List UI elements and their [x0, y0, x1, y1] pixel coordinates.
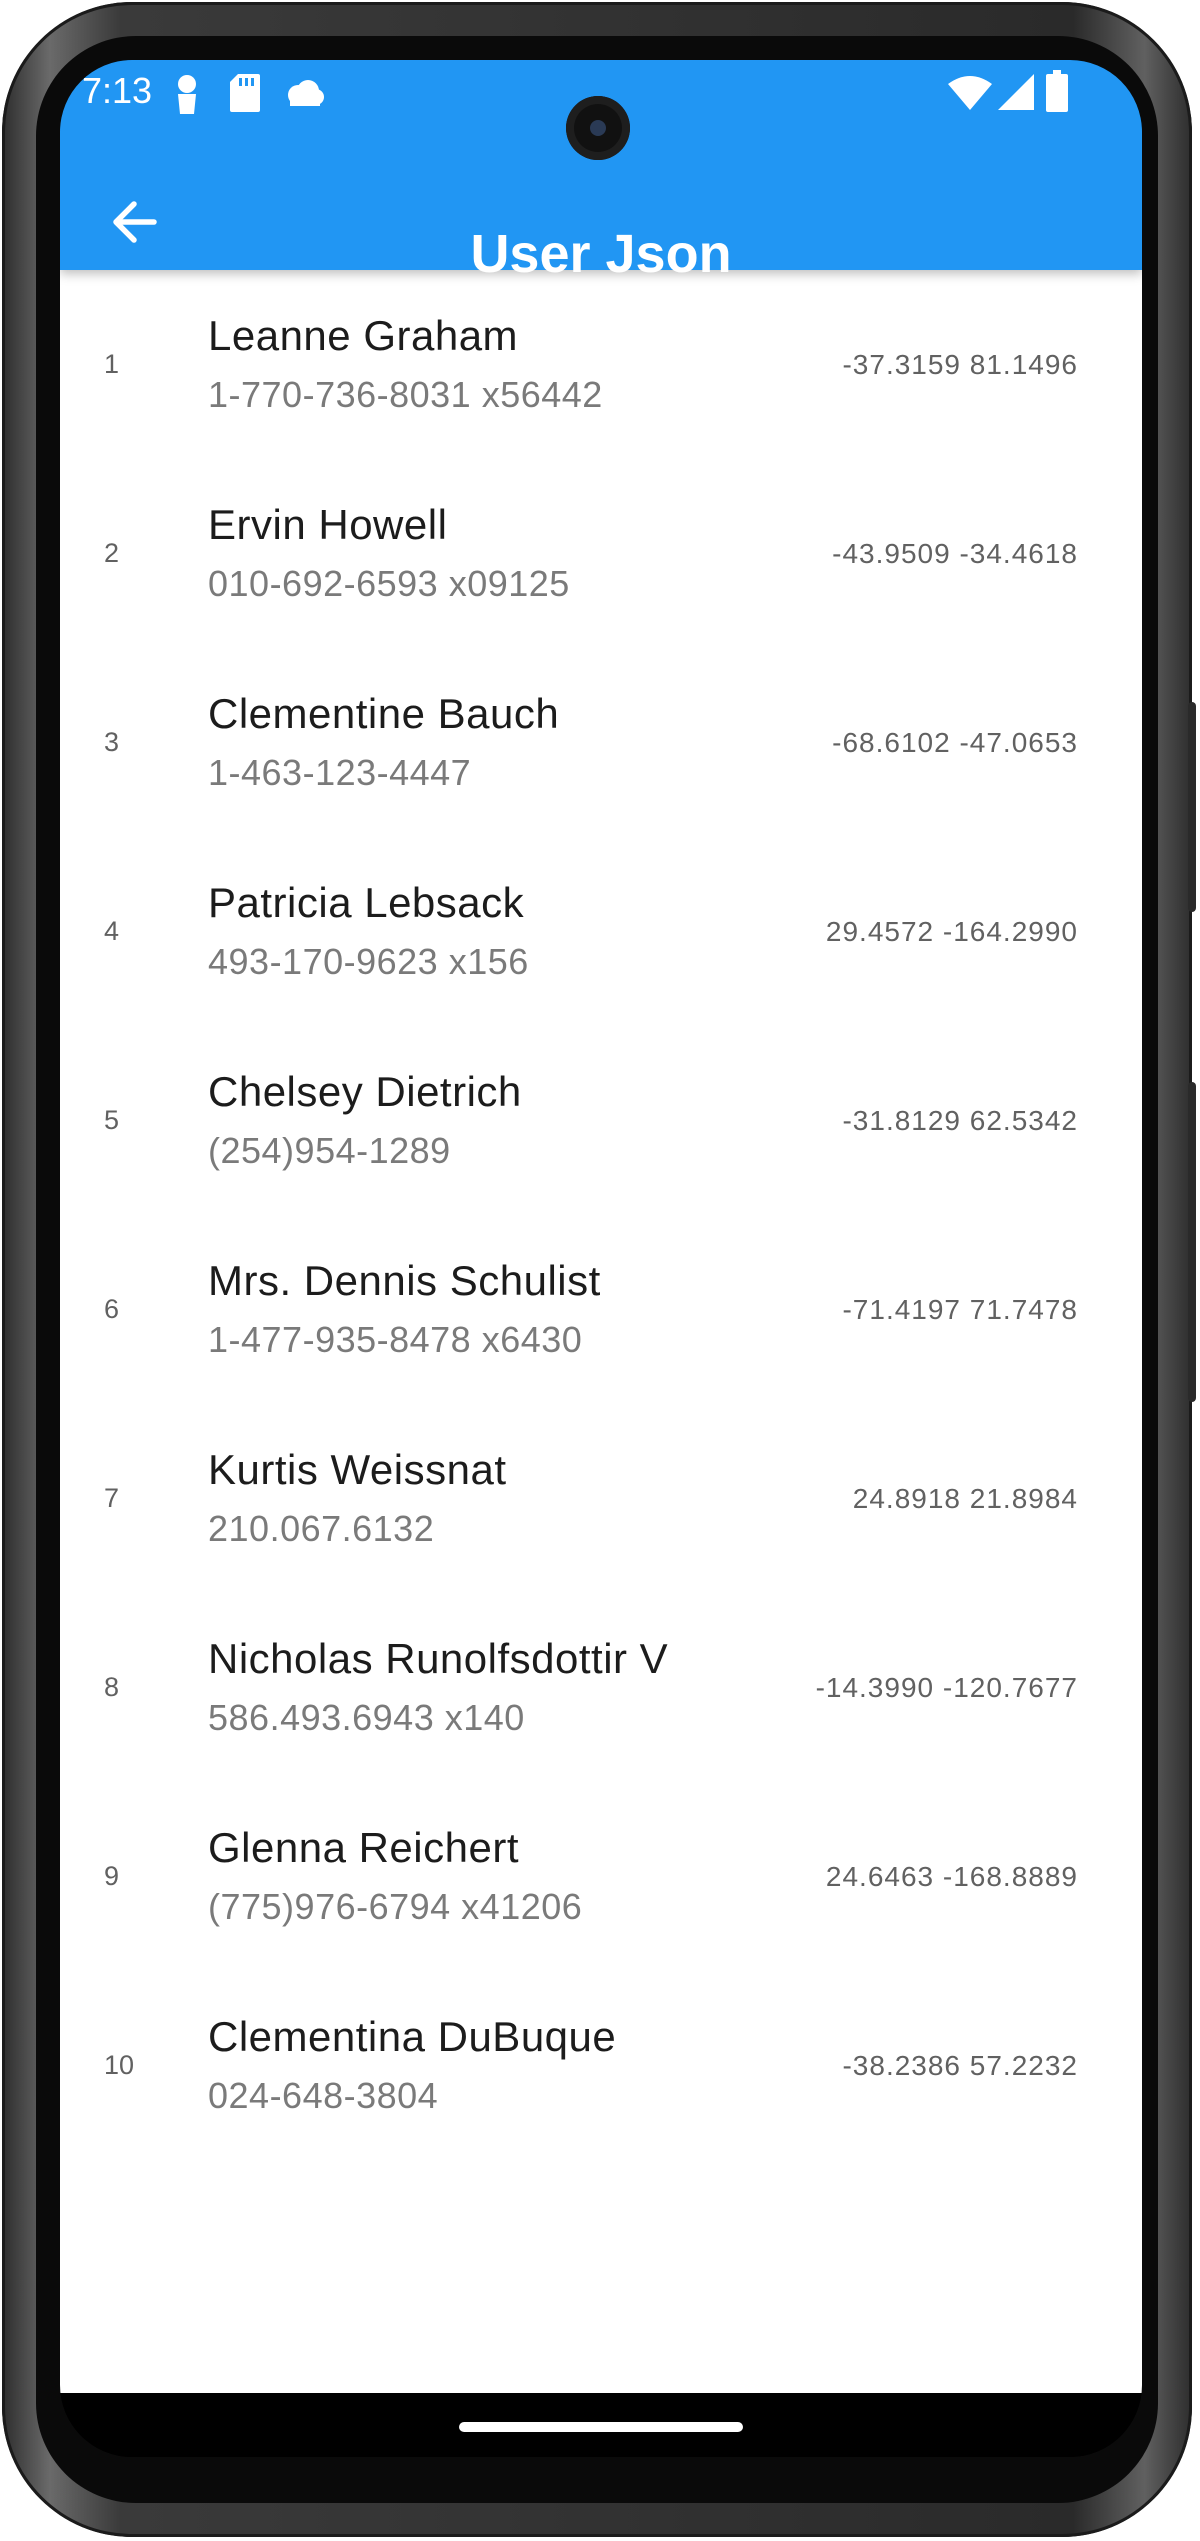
user-list: 1 Leanne Graham 1-770-736-8031 x56442 -3…: [60, 270, 1142, 2393]
screen: 7:13 User Json 1 Leanne Graham 1-770-736…: [60, 60, 1142, 2457]
user-geo: -38.2386 57.2232: [842, 2050, 1078, 2081]
user-name: Clementine Bauch: [208, 690, 560, 737]
user-phone: 493-170-9623 x156: [208, 941, 529, 982]
user-phone: 210.067.6132: [208, 1508, 435, 1549]
user-index: 1: [104, 349, 120, 379]
sd-card-icon: [230, 74, 260, 117]
user-name: Ervin Howell: [208, 501, 448, 548]
user-name: Chelsey Dietrich: [208, 1068, 522, 1115]
list-item[interactable]: 3 Clementine Bauch 1-463-123-4447 -68.61…: [60, 648, 1142, 837]
user-geo: -43.9509 -34.4618: [832, 538, 1078, 569]
list-item[interactable]: 10 Clementina DuBuque 024-648-3804 -38.2…: [60, 1971, 1142, 2160]
phone-frame: 7:13 User Json 1 Leanne Graham 1-770-736…: [2, 2, 1196, 2537]
user-phone: 1-477-935-8478 x6430: [208, 1319, 583, 1360]
user-geo: -71.4197 71.7478: [842, 1294, 1078, 1325]
user-name: Nicholas Runolfsdottir V: [208, 1635, 669, 1682]
user-phone: 010-692-6593 x09125: [208, 563, 570, 604]
user-index: 7: [104, 1483, 120, 1513]
user-geo: 24.8918 21.8984: [852, 1483, 1078, 1514]
list-item[interactable]: 6 Mrs. Dennis Schulist 1-477-935-8478 x6…: [60, 1215, 1142, 1404]
user-name: Kurtis Weissnat: [208, 1446, 507, 1493]
user-phone: 024-648-3804: [208, 2075, 439, 2116]
list-item[interactable]: 5 Chelsey Dietrich (254)954-1289 -31.812…: [60, 1026, 1142, 1215]
power-button: [1188, 1082, 1196, 1402]
list-item[interactable]: 4 Patricia Lebsack 493-170-9623 x156 29.…: [60, 837, 1142, 1026]
status-time: 7:13: [82, 70, 153, 111]
user-name: Mrs. Dennis Schulist: [208, 1257, 601, 1304]
user-index: 6: [104, 1294, 120, 1324]
user-phone: 1-770-736-8031 x56442: [208, 374, 603, 415]
user-geo: -14.3990 -120.7677: [815, 1672, 1078, 1703]
list-item[interactable]: 9 Glenna Reichert (775)976-6794 x41206 2…: [60, 1782, 1142, 1971]
user-geo: -68.6102 -47.0653: [832, 727, 1078, 758]
user-name: Leanne Graham: [208, 312, 519, 359]
user-phone: (775)976-6794 x41206: [208, 1886, 583, 1927]
cell-signal-icon: [998, 74, 1034, 115]
camera-cutout: [566, 96, 630, 160]
list-item[interactable]: 8 Nicholas Runolfsdottir V 586.493.6943 …: [60, 1593, 1142, 1782]
user-geo: -31.8129 62.5342: [842, 1105, 1078, 1136]
user-index: 5: [104, 1105, 120, 1135]
list-item[interactable]: 2 Ervin Howell 010-692-6593 x09125 -43.9…: [60, 459, 1142, 648]
user-phone: (254)954-1289: [208, 1130, 451, 1171]
user-index: 4: [104, 916, 120, 946]
list-item[interactable]: 7 Kurtis Weissnat 210.067.6132 24.8918 2…: [60, 1404, 1142, 1593]
volume-button: [1188, 702, 1196, 912]
app-bar: 7:13 User Json: [60, 60, 1142, 284]
list-item[interactable]: 1 Leanne Graham 1-770-736-8031 x56442 -3…: [60, 270, 1142, 459]
user-index: 10: [104, 2050, 135, 2080]
user-index: 9: [104, 1861, 120, 1891]
user-phone: 1-463-123-4447: [208, 752, 472, 793]
wifi-icon: [948, 76, 992, 115]
battery-icon: [1046, 70, 1068, 117]
user-index: 3: [104, 727, 120, 757]
user-geo: 24.6463 -168.8889: [825, 1861, 1078, 1892]
user-phone: 586.493.6943 x140: [208, 1697, 525, 1738]
user-name: Clementina DuBuque: [208, 2013, 617, 2060]
cloud-icon: [284, 80, 324, 111]
user-index: 2: [104, 538, 120, 568]
user-geo: -37.3159 81.1496: [842, 349, 1078, 380]
home-gesture-handle[interactable]: [459, 2422, 743, 2432]
page-title: User Json: [470, 224, 732, 284]
user-geo: 29.4572 -164.2990: [825, 916, 1078, 947]
user-index: 8: [104, 1672, 120, 1702]
user-name: Patricia Lebsack: [208, 879, 525, 926]
person-pin-icon: [174, 74, 200, 119]
user-name: Glenna Reichert: [208, 1824, 519, 1871]
